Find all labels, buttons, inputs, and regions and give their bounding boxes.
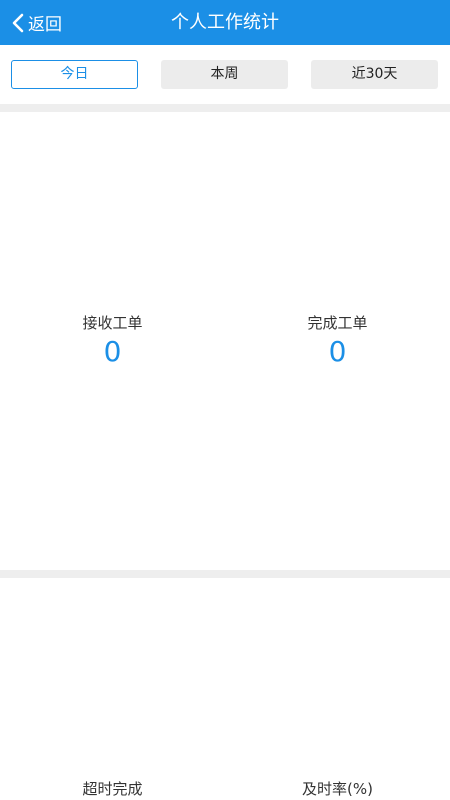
page-title: 个人工作统计 [171,12,279,33]
stat-completed-value: 0 [328,335,347,368]
stat-received-label: 接收工单 [82,314,143,332]
tab-last-30-days[interactable]: 近30天 [311,60,438,89]
stat-on-time-rate-label: 及时率(%) [302,780,373,798]
stat-overdue-completion: 超时完成 [0,779,225,799]
section-divider [0,570,450,578]
stat-completed-label: 完成工单 [307,314,368,332]
stat-received-orders: 接收工单 0 [0,313,225,369]
stats-panel-workorders: 接收工单 0 完成工单 0 [0,112,450,570]
tab-today[interactable]: 今日 [11,60,138,89]
stat-on-time-rate: 及时率(%) [225,779,450,799]
tab-this-week[interactable]: 本周 [161,60,288,89]
period-tabs: 今日 本周 近30天 [0,45,450,104]
stat-overdue-label: 超时完成 [82,780,143,798]
app-root: 返回 个人工作统计 今日 本周 近30天 接收工单 0 完成工单 0 超时完成 … [0,0,450,800]
stat-completed-orders: 完成工单 0 [225,313,450,369]
top-nav-bar: 返回 个人工作统计 [0,0,450,45]
stat-received-value: 0 [103,335,122,368]
section-divider [0,104,450,112]
stats-panel-timeliness: 超时完成 及时率(%) [0,578,450,800]
